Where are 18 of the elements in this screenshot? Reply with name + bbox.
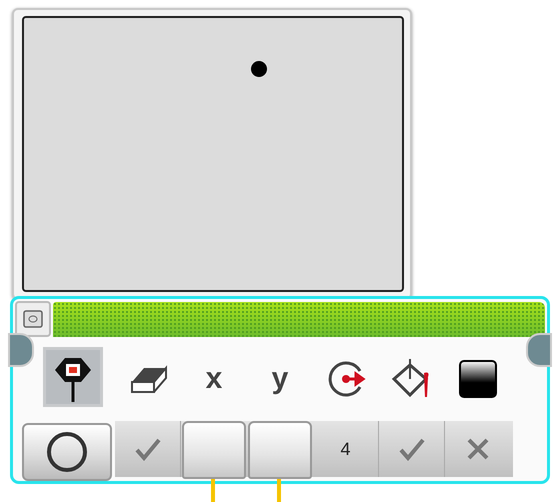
number-value[interactable]: 4 xyxy=(340,438,350,460)
sequence-plug xyxy=(526,333,552,367)
mode-selector[interactable] xyxy=(43,347,103,407)
radius-icon xyxy=(326,359,366,399)
param-label: x xyxy=(206,364,222,394)
param-label: y xyxy=(272,364,288,394)
checkmark-icon[interactable] xyxy=(398,437,424,461)
cross-icon[interactable] xyxy=(466,437,490,461)
wired-input[interactable] xyxy=(182,421,246,479)
dot xyxy=(250,60,268,78)
circle-icon xyxy=(45,430,89,474)
shape-mode-button[interactable] xyxy=(22,423,112,481)
display-icon xyxy=(23,310,43,328)
checkmark-icon[interactable] xyxy=(134,437,160,461)
preview-toggle[interactable] xyxy=(15,301,51,337)
gradient-square-icon xyxy=(458,359,498,399)
sequence-plug xyxy=(8,333,34,367)
wired-input[interactable] xyxy=(248,421,312,479)
